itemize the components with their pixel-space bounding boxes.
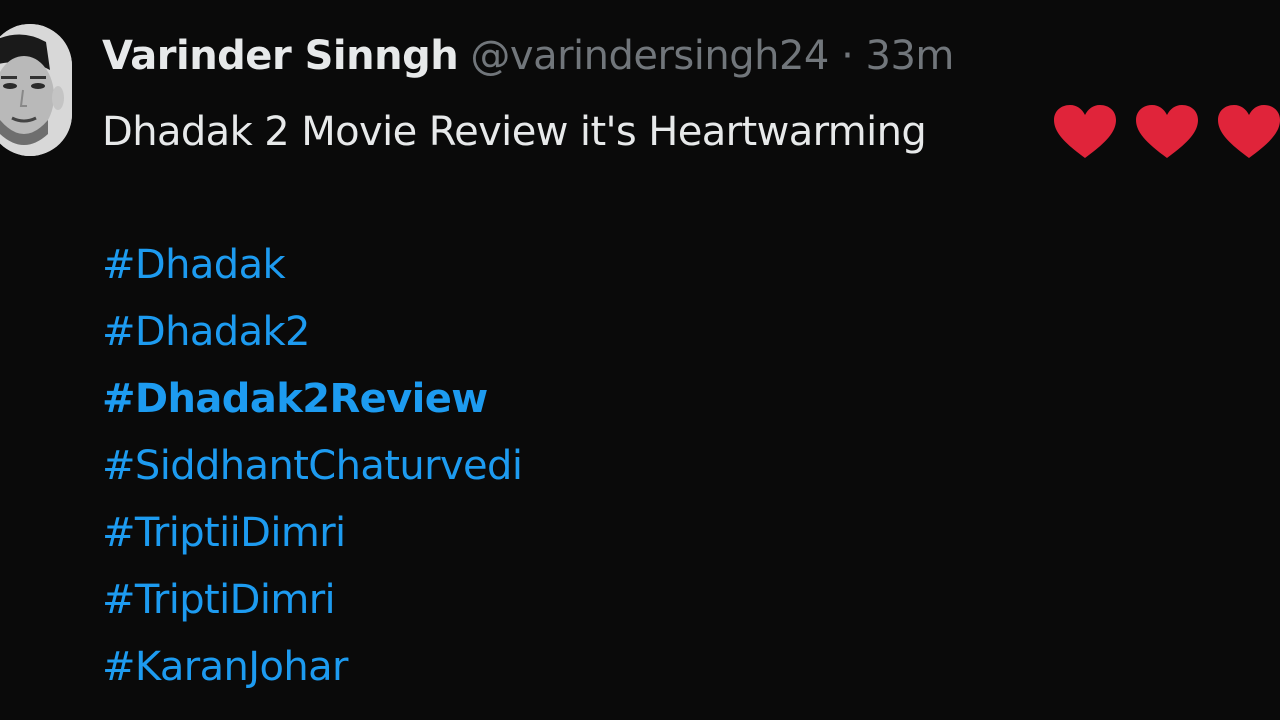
author-handle[interactable]: @varindersingh24 [470, 33, 829, 79]
heart-icon [1054, 105, 1116, 158]
hashtag-link[interactable]: #KaranJohar [102, 638, 522, 705]
avatar[interactable] [0, 24, 72, 156]
profile-photo [0, 24, 72, 156]
tweet-header: Varinder Sinngh @varindersingh24 · 33m [102, 28, 954, 84]
heart-icon [1218, 105, 1280, 158]
hashtag-link[interactable]: #SiddhantChaturvedi [102, 437, 523, 504]
hashtag-link[interactable]: #TriptiiDimri [102, 504, 522, 571]
tweet-timestamp[interactable]: 33m [866, 33, 955, 79]
hashtag-link[interactable]: #Dhadak2Review [102, 370, 522, 437]
hashtag-link[interactable]: #Dhadak [102, 236, 522, 303]
heart-icon [1136, 105, 1198, 158]
hashtag-link[interactable]: #Dhadak2 [102, 303, 522, 370]
tweet-text: Dhadak 2 Movie Review it's Heartwarming [102, 109, 927, 155]
hashtag-list: #Dhadak #Dhadak2 #Dhadak2Review #Siddhan… [102, 236, 523, 705]
author-name[interactable]: Varinder Sinngh [102, 33, 459, 79]
emoji-group [1052, 104, 1280, 160]
hashtag-link[interactable]: #TriptiDimri [102, 571, 522, 638]
meta-separator: · [841, 33, 854, 79]
